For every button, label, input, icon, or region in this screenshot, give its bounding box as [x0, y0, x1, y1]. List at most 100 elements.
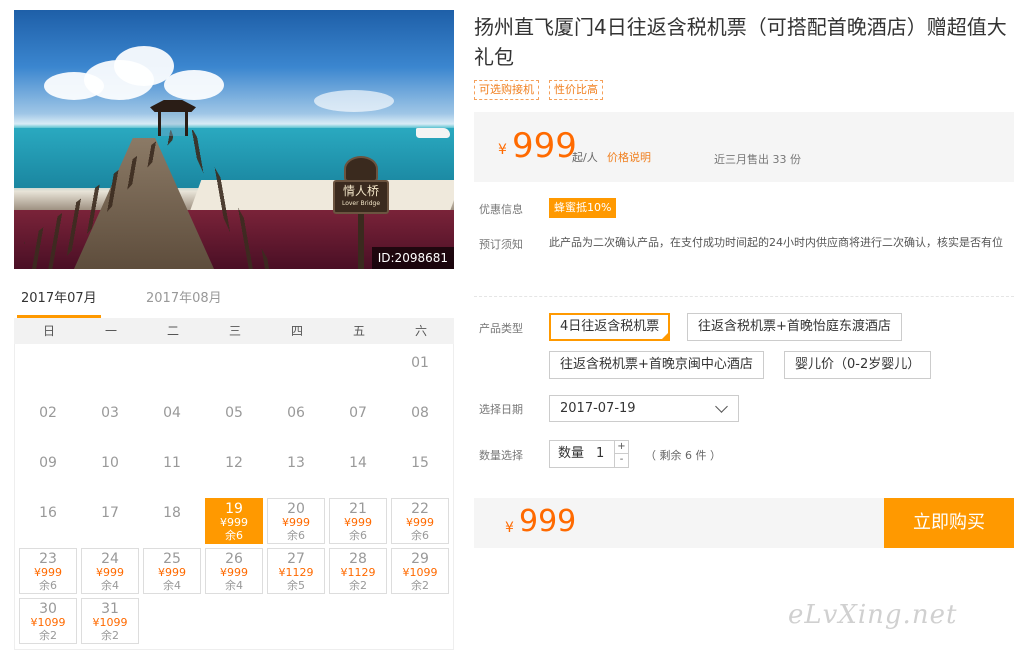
tag-pickup: 可选购接机 [474, 80, 539, 100]
day-remaining: 余2 [349, 579, 367, 592]
product-photo: 情人桥 Lover Bridge ID:2098681 [14, 10, 454, 269]
day-number: 04 [163, 405, 181, 421]
total-currency: ¥ [505, 520, 514, 536]
day-number: 27 [287, 551, 305, 567]
calendar-day-available[interactable]: 27 ¥1129 余5 [267, 548, 325, 594]
price-value: 999 [512, 126, 577, 166]
day-number: 28 [349, 551, 367, 567]
qty-inner-label: 数量 [558, 446, 585, 461]
day-price: ¥999 [34, 566, 62, 579]
calendar-day: 07 [329, 398, 387, 444]
qty-value[interactable]: 1 [596, 441, 604, 467]
type-option-flight-jingmin-hotel[interactable]: 往返含税机票+首晚京闽中心酒店 [549, 351, 764, 379]
photo-id-badge: ID:2098681 [371, 247, 454, 269]
product-tags: 可选购接机 性价比高 [474, 80, 603, 100]
day-number: 07 [349, 405, 367, 421]
price-explain-link[interactable]: 价格说明 [607, 149, 651, 165]
buy-bar: ¥ 999 立即购买 [474, 498, 1014, 548]
sold-count: 近三月售出 33 份 [714, 153, 801, 166]
qty-remaining: （ 剩余 6 件 ） [645, 449, 721, 462]
price-calendar: 日 一 二 三 四 五 六 01 02 03 04 05 06 07 08 09 10 11 12 13… [14, 318, 454, 650]
day-number: 03 [101, 405, 119, 421]
calendar-day-available[interactable]: 26 ¥999 余4 [205, 548, 263, 594]
chevron-down-icon [715, 400, 728, 413]
calendar-day: 16 [19, 498, 77, 544]
price-currency: ¥ [498, 142, 507, 158]
calendar-day: 14 [329, 448, 387, 494]
qty-label: 数量选择 [479, 449, 523, 462]
calendar-day: 10 [81, 448, 139, 494]
calendar-day: 03 [81, 398, 139, 444]
day-number: 20 [287, 501, 305, 517]
type-option-flight-yiting-hotel[interactable]: 往返含税机票+首晚怡庭东渡酒店 [687, 313, 902, 341]
weekday-sun: 日 [42, 324, 55, 338]
calendar-day-available[interactable]: 30 ¥1099 余2 [19, 598, 77, 644]
day-price: ¥999 [406, 516, 434, 529]
calendar-day-available[interactable]: 24 ¥999 余4 [81, 548, 139, 594]
day-remaining: 余5 [287, 579, 305, 592]
day-remaining: 余6 [411, 529, 429, 542]
calendar-day-available[interactable]: 28 ¥1129 余2 [329, 548, 387, 594]
calendar-day: 02 [19, 398, 77, 444]
date-select[interactable]: 2017-07-19 [549, 395, 739, 422]
day-number: 02 [39, 405, 57, 421]
tab-2017-08[interactable]: 2017年08月 [146, 282, 222, 318]
calendar-day-available[interactable]: 25 ¥999 余4 [143, 548, 201, 594]
day-price: ¥1129 [278, 566, 314, 579]
calendar-day: 01 [391, 348, 449, 394]
qty-minus-button[interactable]: - [615, 454, 628, 467]
day-price: ¥1129 [340, 566, 376, 579]
day-number: 30 [39, 601, 57, 617]
date-label: 选择日期 [479, 403, 523, 416]
calendar-day: 11 [143, 448, 201, 494]
calendar-day-available[interactable]: 21 ¥999 余6 [329, 498, 387, 544]
divider [474, 296, 1014, 297]
day-number: 15 [411, 455, 429, 471]
calendar-day-available[interactable]: 29 ¥1099 余2 [391, 548, 449, 594]
day-number: 31 [101, 601, 119, 617]
day-number: 25 [163, 551, 181, 567]
calendar-day: 12 [205, 448, 263, 494]
date-value: 2017-07-19 [560, 401, 636, 416]
buy-now-button[interactable]: 立即购买 [884, 498, 1014, 548]
discount-label: 优惠信息 [479, 203, 523, 216]
calendar-day-available[interactable]: 23 ¥999 余6 [19, 548, 77, 594]
type-option-infant[interactable]: 婴儿价（0-2岁婴儿） [784, 351, 932, 379]
pavilion-graphic [150, 100, 196, 140]
type-label: 产品类型 [479, 322, 523, 335]
day-price: ¥999 [96, 566, 124, 579]
type-option-flight-only[interactable]: 4日往返含税机票 [549, 313, 671, 341]
calendar-day: 04 [143, 398, 201, 444]
day-number: 18 [163, 505, 181, 521]
weekday-fri: 五 [352, 324, 365, 338]
weekday-thu: 四 [290, 324, 303, 338]
calendar-day: 05 [205, 398, 263, 444]
tab-2017-07[interactable]: 2017年07月 [17, 282, 101, 318]
day-number: 19 [225, 501, 243, 517]
calendar-day-available[interactable]: 31 ¥1099 余2 [81, 598, 139, 644]
day-number: 11 [163, 455, 181, 471]
day-number: 26 [225, 551, 243, 567]
calendar-day-available[interactable]: 22 ¥999 余6 [391, 498, 449, 544]
calendar-grid: 01 02 03 04 05 06 07 08 09 10 11 12 13 14 15 16 17 18 19 ¥9… [14, 344, 454, 650]
day-number: 16 [39, 505, 57, 521]
day-number: 05 [225, 405, 243, 421]
day-number: 22 [411, 501, 429, 517]
qty-plus-button[interactable]: + [615, 441, 628, 454]
calendar-day-selected[interactable]: 19 ¥999 余6 [205, 498, 263, 544]
month-tabs: 2017年07月 2017年08月 [14, 282, 454, 318]
site-watermark: eLvXing.net [788, 600, 958, 630]
weekday-tue: 二 [166, 324, 179, 338]
day-remaining: 余6 [39, 579, 57, 592]
calendar-day-available[interactable]: 20 ¥999 余6 [267, 498, 325, 544]
day-price: ¥999 [282, 516, 310, 529]
product-title: 扬州直飞厦门4日往返含税机票（可搭配首晚酒店）赠超值大礼包 [474, 15, 1007, 69]
weekday-wed: 三 [228, 324, 241, 338]
day-remaining: 余6 [287, 529, 305, 542]
day-remaining: 余6 [349, 529, 367, 542]
day-number: 01 [411, 355, 429, 371]
day-number: 06 [287, 405, 305, 421]
day-number: 09 [39, 455, 57, 471]
discount-badge: 蜂蜜抵10% [549, 198, 617, 218]
day-number: 12 [225, 455, 243, 471]
